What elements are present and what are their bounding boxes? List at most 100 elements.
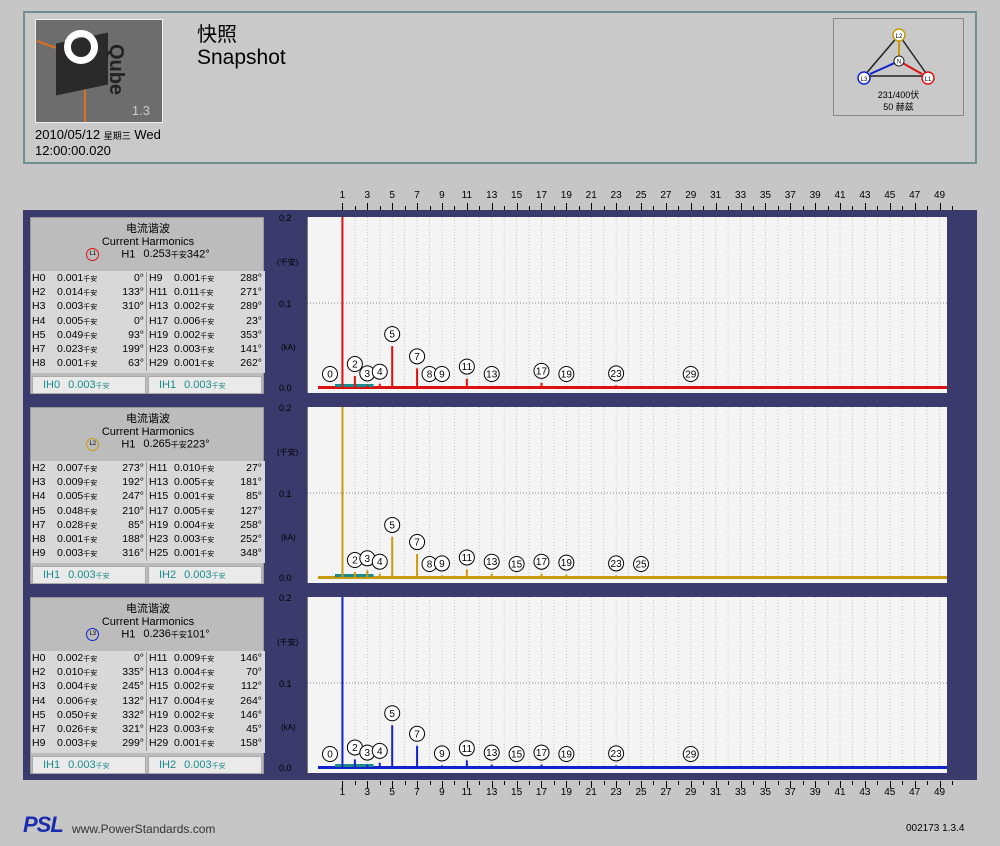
magnitude-unit: 千安 (200, 508, 215, 516)
x-tick-label: 35 (759, 190, 771, 201)
magnitude-unit: 千安 (83, 361, 98, 369)
harmonic-phase: 316° (122, 547, 144, 560)
x-tick-label: 25 (635, 190, 647, 201)
svg-text:17: 17 (536, 748, 548, 759)
ih-unit: 千安 (95, 763, 110, 770)
harmonic-number: H5 (32, 328, 46, 341)
harmonic-order-label: 15 (508, 556, 525, 572)
footer-url[interactable]: www.PowerStandards.com (72, 822, 215, 836)
magnitude-value: 0.001 (174, 490, 201, 503)
x-tick-label: 39 (809, 190, 821, 201)
x-tick-label: 49 (933, 190, 946, 201)
harmonic-bar (440, 387, 443, 388)
y-tick-label: 0.0 (279, 573, 292, 583)
harmonic-phase: 158° (240, 737, 262, 750)
harmonic-number: H2 (32, 462, 46, 474)
interharmonic-right: IH1 0.003千安 (148, 376, 262, 394)
harmonic-phase: 299° (122, 737, 144, 750)
harmonic-bar (490, 386, 493, 388)
magnitude-value: 0.003 (174, 532, 201, 545)
harmonic-phase: 273° (122, 462, 144, 474)
magnitude-unit: 千安 (200, 741, 215, 749)
interharmonic-mark (356, 764, 360, 767)
harmonic-order-label: 15 (508, 746, 525, 762)
harmonic-order-label: 9 (433, 366, 450, 382)
magnitude-value: 0.004 (174, 694, 201, 707)
harmonic-magnitude: 0.001千安 (174, 737, 214, 749)
harmonics-frame: 电流谐波 Current Harmonics L1 H1 0.253千安342° H0 0.… (23, 210, 977, 780)
harmonic-bar (565, 574, 568, 578)
x-tick-mark (877, 781, 879, 785)
harmonic-magnitude: 0.007千安 (57, 462, 97, 474)
harmonic-magnitude: 0.004千安 (174, 695, 214, 707)
snapshot-date: 2010/05/12 星期三 Wed (35, 127, 161, 142)
node-l1: L1 (925, 77, 932, 83)
magnitude-value: 0.003 (57, 547, 84, 560)
x-tick-mark (852, 781, 854, 785)
interharmonic-mark (359, 764, 363, 767)
x-tick-mark (765, 203, 767, 210)
harmonic-bar (329, 766, 331, 768)
table-row: H8 0.001千安 63° (31, 357, 146, 371)
x-tick-label: 13 (486, 190, 498, 201)
table-row: H9 0.003千安 299° (31, 737, 146, 751)
x-tick-label: 27 (660, 190, 672, 201)
svg-text:3: 3 (365, 554, 371, 565)
harmonic-magnitude: 0.003千安 (174, 343, 214, 355)
ih-label: IH1 (159, 379, 177, 391)
chart-svg: 2 3 4578 911 13 15 17 19 23 25 (307, 407, 947, 583)
y-tick-label: 0.2 (279, 403, 292, 413)
x-tick-label: 45 (884, 787, 896, 798)
x-tick-label: 9 (439, 190, 445, 201)
x-tick-marks-top (310, 203, 953, 210)
harmonic-bar (366, 764, 369, 768)
magnitude-value: 0.007 (57, 462, 84, 474)
magnitude-value: 0.005 (57, 490, 84, 503)
harmonic-number: H23 (149, 342, 169, 355)
harmonic-number: H5 (32, 708, 46, 721)
x-tick-label: 45 (884, 190, 896, 201)
magnitude-value: 0.001 (174, 272, 201, 284)
x-tick-mark (603, 781, 605, 785)
harmonic-order-label: 17 (533, 553, 550, 570)
x-tick-label: 17 (535, 190, 548, 201)
harmonic-phase: 85° (128, 518, 144, 531)
harmonic-magnitude: 0.004千安 (174, 519, 214, 531)
panel-title-en: Current Harmonics (101, 616, 195, 628)
harmonic-phase: 45° (246, 722, 262, 735)
harmonic-order-label: 7 (409, 348, 426, 365)
x-tick-label: 49 (933, 787, 946, 798)
x-tick-mark (342, 203, 344, 210)
x-tick-label: 1 (339, 787, 346, 798)
harmonic-phase: 70° (246, 666, 262, 679)
magnitude-unit: 千安 (83, 551, 98, 559)
magnitude-value: 0.009 (174, 652, 201, 664)
node-l3: L3 (861, 77, 868, 83)
harmonic-magnitude: 0.001千安 (174, 357, 214, 369)
svg-text:23: 23 (611, 749, 623, 760)
table-row: H7 0.023千安 199° (31, 343, 146, 357)
harmonic-bar (391, 536, 394, 578)
svg-text:11: 11 (462, 362, 473, 373)
x-tick-mark (740, 203, 742, 210)
svg-text:13: 13 (486, 748, 498, 759)
harmonic-phase: 127° (240, 504, 262, 517)
y-tick-label: 0.2 (279, 213, 292, 223)
x-tick-label: 39 (809, 787, 821, 798)
harmonic-magnitude: 0.004千安 (174, 666, 214, 678)
harmonic-magnitude: 0.006千安 (174, 315, 214, 327)
svg-text:2: 2 (352, 556, 358, 567)
magnitude-unit: 千安 (83, 508, 98, 516)
svg-text:4: 4 (377, 557, 383, 568)
y-axis-label-cn: (千安) (277, 638, 299, 647)
y-tick-label: 0.2 (279, 593, 292, 603)
harmonic-number: H2 (32, 286, 46, 299)
harmonic-bar (540, 382, 543, 388)
harmonic-number: H19 (149, 328, 169, 341)
x-tick-mark (939, 203, 941, 210)
harmonic-bar (378, 383, 381, 388)
h1-phase: 342° (186, 248, 210, 261)
ih-unit: 千安 (95, 573, 110, 580)
table-row: H11 0.010千安 27° (148, 462, 264, 476)
svg-text:8: 8 (427, 560, 433, 571)
